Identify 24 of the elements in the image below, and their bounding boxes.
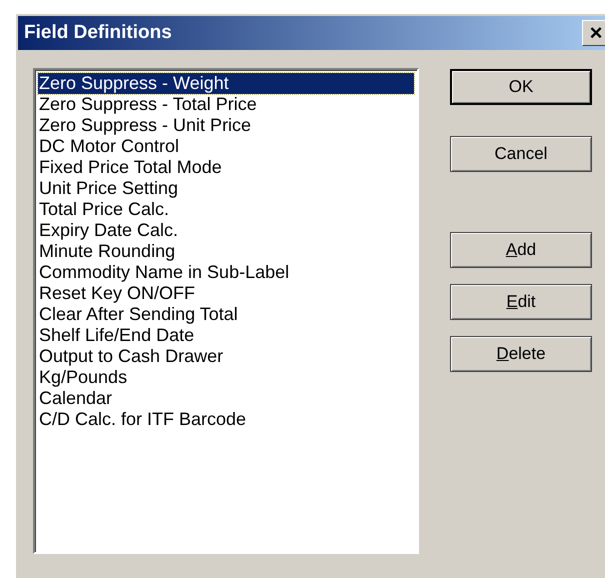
list-item[interactable]: Clear After Sending Total <box>38 304 414 325</box>
dialog-button[interactable]: Cancel <box>450 136 592 172</box>
list-item[interactable]: Total Price Calc. <box>38 199 414 220</box>
list-item[interactable]: Expiry Date Calc. <box>38 220 414 241</box>
dialog-button[interactable]: Edit <box>450 284 592 320</box>
list-item[interactable]: C/D Calc. for ITF Barcode <box>38 409 414 430</box>
list-item[interactable]: Minute Rounding <box>38 241 414 262</box>
close-button[interactable]: × <box>582 20 605 46</box>
list-item[interactable]: Zero Suppress - Total Price <box>38 94 414 115</box>
list-item[interactable]: Reset Key ON/OFF <box>38 283 414 304</box>
dialog-button[interactable]: Add <box>450 232 592 268</box>
window-title: Field Definitions <box>24 20 172 45</box>
list-item[interactable]: Zero Suppress - Weight <box>38 73 414 94</box>
list-item[interactable]: Commodity Name in Sub-Label <box>38 262 414 283</box>
list-item[interactable]: Output to Cash Drawer <box>38 346 414 367</box>
dialog-button[interactable]: Delete <box>450 336 592 372</box>
dialog-button[interactable]: OK <box>450 69 592 105</box>
list-item[interactable]: Shelf Life/End Date <box>38 325 414 346</box>
list-item[interactable]: Fixed Price Total Mode <box>38 157 414 178</box>
list-item[interactable]: Calendar <box>38 388 414 409</box>
list-item[interactable]: Unit Price Setting <box>38 178 414 199</box>
list-item[interactable]: Kg/Pounds <box>38 367 414 388</box>
list-item[interactable]: Zero Suppress - Unit Price <box>38 115 414 136</box>
list-item[interactable]: DC Motor Control <box>38 136 414 157</box>
